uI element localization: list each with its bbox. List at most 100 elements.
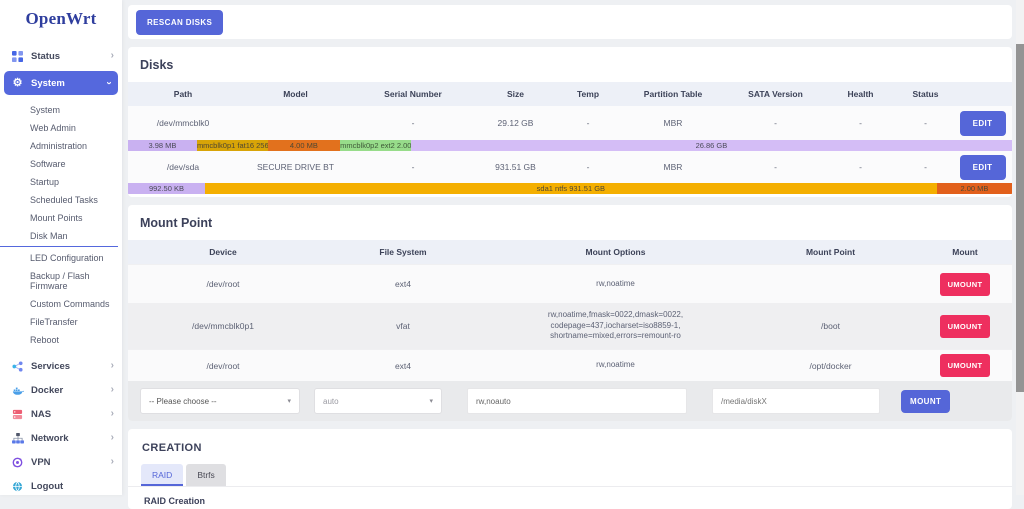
sidebar-item-services[interactable]: Services › <box>0 354 122 378</box>
partition-segment: 2.00 MB <box>937 183 1012 194</box>
sidebar-item-label: Docker <box>31 385 63 396</box>
partition-bar-mmcblk0: 3.98 MB mmcblk0p1 fat16 256.0 4.00 MB mm… <box>128 140 1012 151</box>
disk-row-sda: /dev/sda SECURE DRIVE BT - 931.51 GB - M… <box>128 151 1012 183</box>
mount-button[interactable]: MOUNT <box>901 390 950 413</box>
sidebar-item-reboot[interactable]: Reboot <box>0 331 122 349</box>
sidebar-item-system[interactable]: ⚙ System › <box>4 71 118 95</box>
disk-status: - <box>898 162 953 172</box>
disk-size: 931.51 GB <box>473 162 558 172</box>
grid-icon <box>11 50 24 62</box>
filesystem-select[interactable]: auto ▾ <box>314 388 442 414</box>
sidebar-item-label: NAS <box>31 409 51 420</box>
disk-partition-table: MBR <box>618 162 728 172</box>
sitemap-icon <box>11 432 24 444</box>
sidebar-item-custom-commands[interactable]: Custom Commands <box>0 295 122 313</box>
sidebar-item-software[interactable]: Software <box>0 155 122 173</box>
mount-point-input[interactable] <box>712 388 880 414</box>
sidebar-item-vpn[interactable]: VPN › <box>0 450 122 474</box>
sidebar-item-administration[interactable]: Administration <box>0 137 122 155</box>
partition-segment: sda1 ntfs 931.51 GB <box>205 183 937 194</box>
edit-disk-button[interactable]: EDIT <box>960 111 1006 136</box>
mount-options: rw,noatime,fmask=0022,dmask=0022, codepa… <box>488 306 743 346</box>
chevron-right-icon: › <box>111 361 114 371</box>
scrollbar-thumb[interactable] <box>1016 44 1024 392</box>
globe-icon <box>11 480 24 492</box>
partition-segment: 3.98 MB <box>128 140 197 151</box>
sidebar-item-status[interactable]: Status › <box>0 44 122 68</box>
mount-table-header: Device File System Mount Options Mount P… <box>128 240 1012 264</box>
sidebar-item-led-configuration[interactable]: LED Configuration <box>0 249 122 267</box>
mount-fs: ext4 <box>318 361 488 371</box>
umount-button[interactable]: UMOUNT <box>940 315 991 338</box>
mount-form: -- Please choose -- ▾ auto ▾ MOUNT <box>128 381 1012 421</box>
mount-row: /dev/mmcblk0p1 vfat rw,noatime,fmask=002… <box>128 303 1012 349</box>
page-scrollbar[interactable] <box>1016 0 1024 495</box>
disk-path: /dev/mmcblk0 <box>128 118 238 128</box>
disk-path: /dev/sda <box>128 162 238 172</box>
col-health: Health <box>823 89 898 99</box>
disk-temp: - <box>558 162 618 172</box>
col-model: Model <box>238 89 353 99</box>
sidebar-item-label: Logout <box>31 481 63 492</box>
mount-point: /opt/docker <box>743 361 918 371</box>
mount-fs: vfat <box>318 321 488 331</box>
umount-button[interactable]: UMOUNT <box>940 273 991 296</box>
sidebar-item-docker[interactable]: Docker › <box>0 378 122 402</box>
partition-segment: 992.50 KB <box>128 183 205 194</box>
disks-table-header: Path Model Serial Number Size Temp Parti… <box>128 82 1012 106</box>
mount-device: /dev/root <box>128 279 318 289</box>
sidebar-item-logout[interactable]: Logout <box>0 474 122 498</box>
chevron-down-icon: ▾ <box>429 397 433 405</box>
mount-point-card: Mount Point Device File System Mount Opt… <box>128 205 1012 421</box>
partition-segment: mmcblk0p2 ext2 2.00 G <box>340 140 411 151</box>
mount-options-input[interactable] <box>467 388 687 414</box>
edit-disk-button[interactable]: EDIT <box>960 155 1006 180</box>
tab-btrfs[interactable]: Btrfs <box>186 464 225 486</box>
col-mount: Mount <box>918 247 1012 257</box>
device-select[interactable]: -- Please choose -- ▾ <box>140 388 300 414</box>
col-file-system: File System <box>318 247 488 257</box>
sidebar-item-startup[interactable]: Startup <box>0 173 122 191</box>
sidebar-item-nas[interactable]: NAS › <box>0 402 122 426</box>
share-nodes-icon <box>11 360 24 372</box>
tab-raid[interactable]: RAID <box>141 464 183 486</box>
filesystem-select-value: auto <box>323 397 339 406</box>
disk-partition-table: MBR <box>618 118 728 128</box>
col-device: Device <box>128 247 318 257</box>
disks-card-title: Disks <box>128 47 1012 82</box>
sidebar-item-label: System <box>31 78 65 89</box>
rescan-disks-button[interactable]: RESCAN DISKS <box>136 10 223 35</box>
chevron-down-icon: › <box>103 81 113 84</box>
sidebar-item-web-admin[interactable]: Web Admin <box>0 119 122 137</box>
sidebar-item-network[interactable]: Network › <box>0 426 122 450</box>
umount-button[interactable]: UMOUNT <box>940 354 991 377</box>
chevron-right-icon: › <box>111 409 114 419</box>
col-status: Status <box>898 89 953 99</box>
chevron-right-icon: › <box>111 51 114 61</box>
sidebar-item-mount-points[interactable]: Mount Points <box>0 209 122 227</box>
sidebar-item-backup-flash-firmware[interactable]: Backup / Flash Firmware <box>0 267 122 295</box>
sidebar-item-system-sub[interactable]: System <box>0 101 122 119</box>
raid-creation-label: RAID Creation <box>128 486 1012 509</box>
mount-fs: ext4 <box>318 279 488 289</box>
device-select-value: -- Please choose -- <box>149 397 217 406</box>
sidebar-item-label: Network <box>31 433 68 444</box>
sidebar-item-label: Status <box>31 51 60 62</box>
gear-icon: ⚙ <box>11 77 24 89</box>
sidebar-item-disk-man[interactable]: Disk Man <box>0 227 118 247</box>
creation-tabs: RAID Btrfs <box>128 464 1012 486</box>
disk-temp: - <box>558 118 618 128</box>
sidebar-item-scheduled-tasks[interactable]: Scheduled Tasks <box>0 191 122 209</box>
sidebar-item-filetransfer[interactable]: FileTransfer <box>0 313 122 331</box>
chevron-right-icon: › <box>111 457 114 467</box>
mount-device: /dev/root <box>128 361 318 371</box>
sidebar-item-label: VPN <box>31 457 51 468</box>
chevron-right-icon: › <box>111 385 114 395</box>
disk-row-mmcblk0: /dev/mmcblk0 - 29.12 GB - MBR - - - EDIT <box>128 106 1012 140</box>
disk-size: 29.12 GB <box>473 118 558 128</box>
sidebar-item-label: Services <box>31 361 70 372</box>
disk-status: - <box>898 118 953 128</box>
chevron-down-icon: ▾ <box>287 397 291 405</box>
main-content: RESCAN DISKS Disks Path Model Serial Num… <box>128 0 1012 509</box>
col-path: Path <box>128 89 238 99</box>
